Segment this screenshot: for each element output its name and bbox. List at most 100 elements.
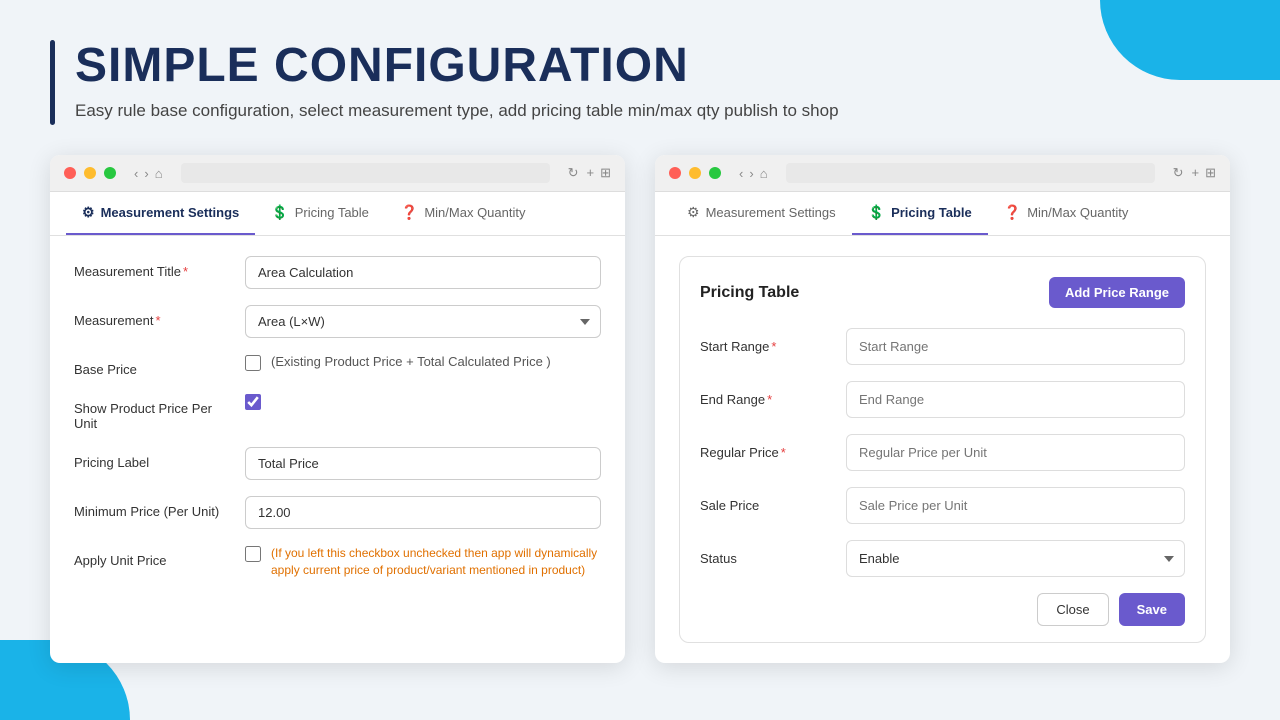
- measurement-title-input[interactable]: [245, 256, 601, 289]
- panels-row: ‹ › ⌂ ↻ + ⊞ ⚙ Measurement Settings 💲: [50, 155, 1230, 663]
- left-tab-pricing-label: Pricing Table: [295, 205, 369, 220]
- page-title: SIMPLE CONFIGURATION: [75, 40, 839, 93]
- pricing-form-container: Pricing Table Add Price Range Start Rang…: [679, 256, 1206, 643]
- apply-unit-price-row: Apply Unit Price (If you left this check…: [74, 545, 601, 579]
- show-product-price-checkbox-row: [245, 393, 261, 410]
- left-tab-pricing-icon: 💲: [271, 204, 288, 221]
- pricing-label-label: Pricing Label: [74, 447, 229, 470]
- right-tab-pricing-label: Pricing Table: [891, 205, 972, 220]
- measurement-title-row: Measurement Title*: [74, 256, 601, 289]
- right-tab-bar: ⚙ Measurement Settings 💲 Pricing Table ❓…: [655, 192, 1230, 236]
- right-tab-minmax-icon: ❓: [1004, 204, 1021, 221]
- right-panel-content: Pricing Table Add Price Range Start Rang…: [655, 236, 1230, 663]
- nav-forward-icon: ›: [144, 166, 148, 181]
- show-product-price-label: Show Product Price Per Unit: [74, 393, 229, 431]
- right-tab-measurement-label: Measurement Settings: [706, 205, 836, 220]
- right-browser-reload-icon: ↻: [1173, 165, 1184, 181]
- browser-plus-icon: +: [587, 165, 595, 181]
- end-range-label: End Range*: [700, 392, 830, 407]
- left-panel-content: Measurement Title* Measurement* Area (L×…: [50, 236, 625, 615]
- add-price-range-button[interactable]: Add Price Range: [1049, 277, 1185, 308]
- pricing-actions: Close Save: [700, 593, 1185, 626]
- nav-home-icon: ⌂: [155, 166, 163, 181]
- left-tab-pricing-table[interactable]: 💲 Pricing Table: [255, 192, 385, 235]
- right-nav-back-icon: ‹: [739, 166, 743, 181]
- base-price-row: Base Price (Existing Product Price + Tot…: [74, 354, 601, 377]
- right-browser-bar: ‹ › ⌂ ↻ + ⊞: [655, 155, 1230, 192]
- base-price-checkbox-row: (Existing Product Price + Total Calculat…: [245, 354, 551, 371]
- dot-red: [64, 167, 76, 179]
- dot-yellow: [84, 167, 96, 179]
- right-tab-settings-icon: ⚙: [687, 204, 700, 221]
- status-select[interactable]: Enable Disable: [846, 540, 1185, 577]
- browser-grid-icon: ⊞: [600, 165, 611, 181]
- regular-price-label: Regular Price*: [700, 445, 830, 460]
- header-section: SIMPLE CONFIGURATION Easy rule base conf…: [50, 40, 1230, 125]
- close-button[interactable]: Close: [1037, 593, 1108, 626]
- left-browser-bar: ‹ › ⌂ ↻ + ⊞: [50, 155, 625, 192]
- apply-unit-price-warning: (If you left this checkbox unchecked the…: [271, 545, 601, 579]
- right-tab-minmax-label: Min/Max Quantity: [1027, 205, 1128, 220]
- status-label: Status: [700, 551, 830, 566]
- measurement-title-label: Measurement Title*: [74, 256, 229, 279]
- left-tab-minmax-label: Min/Max Quantity: [424, 205, 525, 220]
- right-browser-search-bar: [786, 163, 1155, 183]
- apply-unit-price-checkbox[interactable]: [245, 546, 261, 562]
- show-product-price-checkbox[interactable]: [245, 394, 261, 410]
- nav-back-icon: ‹: [134, 166, 138, 181]
- save-button[interactable]: Save: [1119, 593, 1185, 626]
- sale-price-input[interactable]: [846, 487, 1185, 524]
- right-browser-window: ‹ › ⌂ ↻ + ⊞ ⚙ Measurement Settings 💲: [655, 155, 1230, 663]
- right-tab-min-max[interactable]: ❓ Min/Max Quantity: [988, 192, 1145, 235]
- end-range-row: End Range*: [700, 381, 1185, 418]
- left-tab-bar: ⚙ Measurement Settings 💲 Pricing Table ❓…: [50, 192, 625, 236]
- browser-reload-icon: ↻: [568, 165, 579, 181]
- min-price-input[interactable]: [245, 496, 601, 529]
- pricing-table-title: Pricing Table: [700, 284, 799, 302]
- pricing-label-input[interactable]: [245, 447, 601, 480]
- right-tab-pricing-icon: 💲: [868, 204, 885, 221]
- base-price-checkbox[interactable]: [245, 355, 261, 371]
- right-tab-measurement-settings[interactable]: ⚙ Measurement Settings: [671, 192, 852, 235]
- measurement-select[interactable]: Area (L×W) Length Width Height: [245, 305, 601, 338]
- apply-unit-price-label: Apply Unit Price: [74, 545, 229, 568]
- base-price-label: Base Price: [74, 354, 229, 377]
- left-tab-minmax-icon: ❓: [401, 204, 418, 221]
- measurement-label: Measurement*: [74, 305, 229, 328]
- show-product-price-row: Show Product Price Per Unit: [74, 393, 601, 431]
- right-nav-home-icon: ⌂: [760, 166, 768, 181]
- min-price-label: Minimum Price (Per Unit): [74, 496, 229, 519]
- start-range-row: Start Range*: [700, 328, 1185, 365]
- left-tab-measurement-settings[interactable]: ⚙ Measurement Settings: [66, 192, 255, 235]
- left-browser-window: ‹ › ⌂ ↻ + ⊞ ⚙ Measurement Settings 💲: [50, 155, 625, 663]
- status-row: Status Enable Disable: [700, 540, 1185, 577]
- header-bar-accent: [50, 40, 55, 125]
- min-price-row: Minimum Price (Per Unit): [74, 496, 601, 529]
- right-browser-actions: + ⊞: [1192, 165, 1217, 181]
- end-range-input[interactable]: [846, 381, 1185, 418]
- right-dot-yellow: [689, 167, 701, 179]
- right-browser-grid-icon: ⊞: [1205, 165, 1216, 181]
- sale-price-label: Sale Price: [700, 498, 830, 513]
- browser-nav: ‹ › ⌂: [134, 166, 163, 181]
- base-price-checkbox-label: (Existing Product Price + Total Calculat…: [271, 354, 551, 369]
- pricing-table-header: Pricing Table Add Price Range: [700, 277, 1185, 308]
- right-tab-pricing-table[interactable]: 💲 Pricing Table: [852, 192, 988, 235]
- right-dot-green: [709, 167, 721, 179]
- header-text: SIMPLE CONFIGURATION Easy rule base conf…: [75, 40, 839, 121]
- left-tab-min-max[interactable]: ❓ Min/Max Quantity: [385, 192, 542, 235]
- right-browser-plus-icon: +: [1192, 165, 1200, 181]
- pricing-label-row: Pricing Label: [74, 447, 601, 480]
- right-dot-red: [669, 167, 681, 179]
- browser-search-bar: [181, 163, 550, 183]
- page-subtitle: Easy rule base configuration, select mea…: [75, 101, 839, 121]
- sale-price-row: Sale Price: [700, 487, 1185, 524]
- start-range-input[interactable]: [846, 328, 1185, 365]
- dot-green: [104, 167, 116, 179]
- regular-price-row: Regular Price*: [700, 434, 1185, 471]
- apply-unit-price-checkbox-row: (If you left this checkbox unchecked the…: [245, 545, 601, 579]
- regular-price-input[interactable]: [846, 434, 1185, 471]
- start-range-label: Start Range*: [700, 339, 830, 354]
- right-nav-forward-icon: ›: [749, 166, 753, 181]
- left-tab-settings-icon: ⚙: [82, 204, 95, 221]
